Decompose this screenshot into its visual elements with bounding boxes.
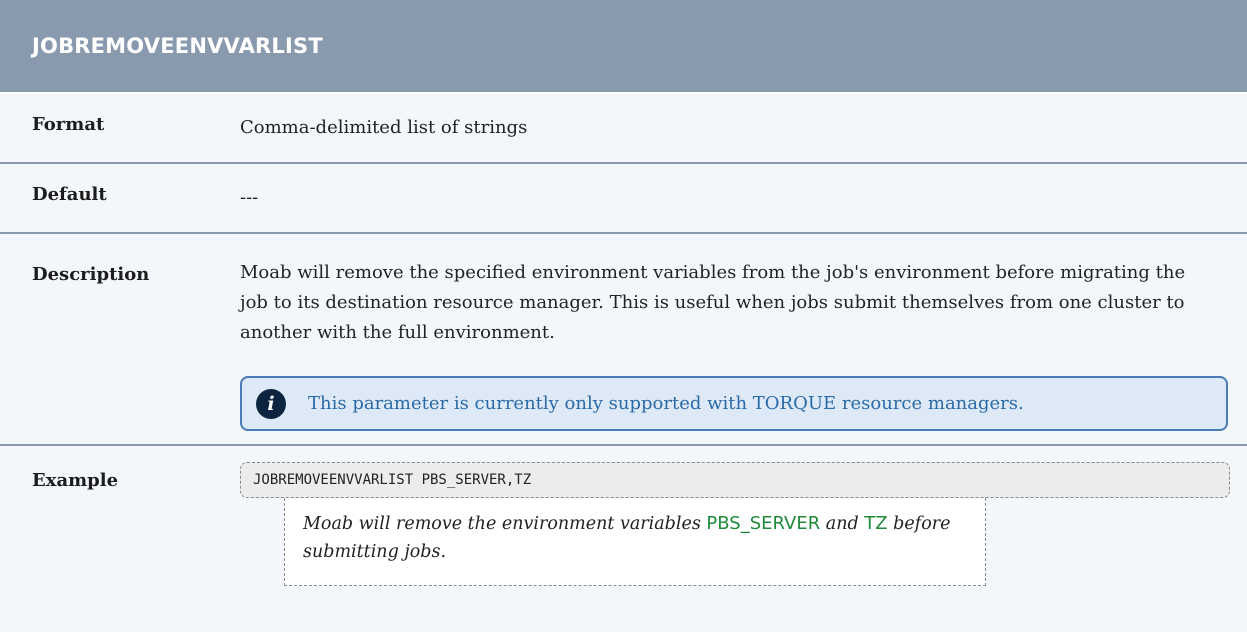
- parameter-name: JOBREMOVEENVVARLIST: [32, 34, 323, 58]
- default-value: ---: [240, 187, 259, 208]
- format-label: Format: [32, 114, 105, 135]
- example-row: Example JOBREMOVEENVVARLIST PBS_SERVER,T…: [0, 446, 1247, 632]
- explanation-part: and: [820, 514, 865, 534]
- variable-name: TZ: [864, 513, 888, 534]
- variable-name: PBS_SERVER: [706, 513, 821, 534]
- description-text: Moab will remove the specified environme…: [240, 262, 1186, 343]
- description-row: Description Moab will remove the specifi…: [0, 234, 1247, 444]
- format-value: Comma-delimited list of strings: [240, 117, 528, 138]
- code-block: JOBREMOVEENVVARLIST PBS_SERVER,TZ: [240, 462, 1230, 498]
- info-note: i This parameter is currently only suppo…: [240, 376, 1228, 431]
- default-label: Default: [32, 184, 107, 205]
- info-note-text: This parameter is currently only support…: [308, 393, 1024, 414]
- default-row: Default ---: [0, 164, 1247, 232]
- code-text: JOBREMOVEENVVARLIST PBS_SERVER,TZ: [253, 472, 532, 488]
- info-icon: i: [256, 388, 286, 419]
- example-label: Example: [32, 470, 119, 491]
- description-label: Description: [32, 264, 150, 285]
- table-header: JOBREMOVEENVVARLIST: [0, 0, 1247, 92]
- explanation-part: Moab will remove the environment variabl…: [303, 514, 707, 534]
- format-row: Format Comma-delimited list of strings: [0, 94, 1247, 162]
- example-explanation: Moab will remove the environment variabl…: [284, 498, 986, 586]
- parameter-table: JOBREMOVEENVVARLIST Format Comma-delimit…: [0, 0, 1247, 632]
